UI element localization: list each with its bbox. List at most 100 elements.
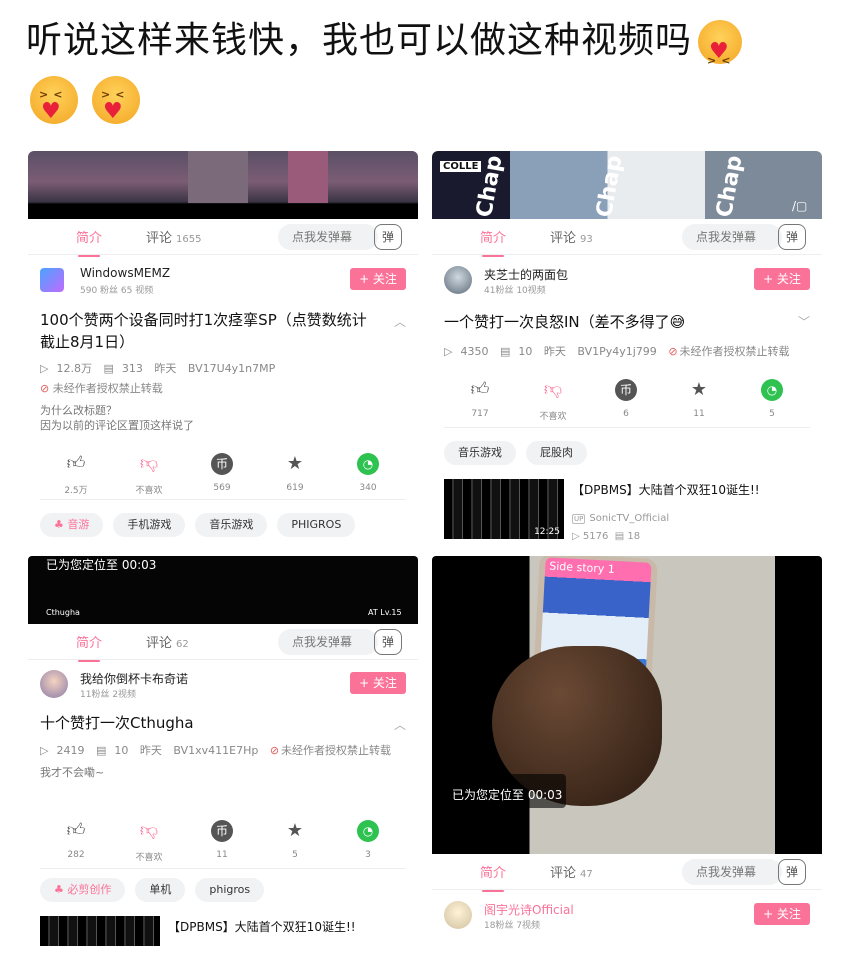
song-name: Cthugha: [46, 608, 80, 617]
comment-count: 62: [176, 639, 189, 650]
like-button[interactable]: 👍︎ 717: [450, 379, 510, 419]
dislike-button[interactable]: 👎︎ 不喜欢: [119, 820, 179, 863]
fullscreen-icon[interactable]: /▢: [792, 199, 807, 213]
favorite-count: 11: [693, 409, 705, 419]
favorite-button[interactable]: ★ 11: [669, 379, 729, 419]
tab-intro[interactable]: 简介: [76, 632, 102, 662]
tag-item[interactable]: 屁股肉: [526, 441, 587, 465]
divider: [444, 427, 810, 428]
tab-intro[interactable]: 简介: [76, 227, 102, 257]
comment-count: 47: [580, 869, 593, 880]
avatar[interactable]: [444, 266, 472, 294]
danmu-input[interactable]: 点我发弹幕: [278, 224, 378, 250]
tab-comments[interactable]: 评论 1655: [146, 227, 201, 246]
recommended-uploader: UP SonicTV_Official: [572, 513, 669, 524]
tab-intro[interactable]: 简介: [480, 862, 506, 892]
video-overlay-text: Chap: [712, 153, 748, 219]
video-title: 一个赞打一次良怒IN（差不多得了😅: [444, 313, 686, 331]
tag-item[interactable]: 手机游戏: [113, 513, 186, 537]
divider: [40, 868, 406, 869]
tab-comments[interactable]: 评论 62: [146, 632, 189, 651]
follow-button[interactable]: + 关注: [350, 268, 406, 290]
like-count: 2.5万: [64, 486, 88, 496]
tag-item[interactable]: 音乐游戏: [195, 513, 268, 537]
video-player[interactable]: Side story 1 已为您定位至 00:03: [432, 556, 822, 854]
chevron-up-icon[interactable]: ︿: [394, 313, 406, 330]
danmu-input[interactable]: 点我发弹幕: [682, 859, 782, 885]
uploader-stats: 11粉丝 2视频: [80, 690, 137, 700]
follow-button[interactable]: + 关注: [350, 672, 406, 694]
coin-icon: 币: [615, 379, 637, 401]
tag-item[interactable]: phigros: [195, 878, 265, 902]
emoji-row: >< ♥ >< ♥: [30, 76, 140, 124]
publish-date: 昨天: [543, 345, 566, 358]
dislike-button[interactable]: 👎︎ 不喜欢: [119, 453, 179, 496]
avatar[interactable]: [40, 670, 68, 698]
video-player[interactable]: COLLE Chap Chap Chap /▢: [432, 151, 822, 219]
video-player[interactable]: 已为您定位至 00:03 Cthugha AT Lv.15: [28, 556, 418, 624]
coin-icon: 币: [211, 820, 233, 842]
favorite-button[interactable]: ★ 619: [265, 453, 325, 493]
tag-item[interactable]: 音乐游戏: [444, 441, 516, 465]
favorite-button[interactable]: ★ 5: [265, 820, 325, 860]
video-description: 我才不会嘞~: [40, 766, 105, 779]
coin-count: 569: [213, 483, 231, 493]
danmu-toggle-button[interactable]: 弹: [778, 224, 806, 250]
difficulty-label: AT Lv.15: [368, 608, 402, 617]
dislike-label: 不喜欢: [539, 412, 567, 422]
chevron-up-icon[interactable]: ︿: [394, 716, 406, 733]
danmaku-count: 10: [518, 345, 533, 358]
danmu-toggle-button[interactable]: 弹: [374, 224, 402, 250]
like-count: 717: [471, 409, 489, 419]
share-button[interactable]: ◔ 5: [742, 379, 802, 419]
screenshot-panel-2: COLLE Chap Chap Chap /▢ 简介 评论 93 点我发弹幕 弹 …: [432, 151, 822, 545]
uploader-name[interactable]: 夹芝士的两面包: [484, 266, 568, 283]
danmu-toggle-button[interactable]: 弹: [778, 859, 806, 885]
follow-button[interactable]: + 关注: [754, 268, 810, 290]
uploader-row: WindowsMEMZ 590 粉丝 65 视频 + 关注: [40, 266, 406, 296]
recommended-video[interactable]: 12:25 【DPBMS】大陆首个双狂10诞生!! UP SonicTV_Offi…: [444, 479, 810, 542]
chevron-down-icon[interactable]: ﹀: [798, 313, 810, 330]
ban-icon: ⊘: [40, 382, 53, 395]
action-bar: 👍︎ 282 👎︎ 不喜欢 币 11 ★ 5 ◔ 3: [28, 820, 418, 864]
uploader-name[interactable]: 我给你倒杯卡布奇诺: [80, 670, 188, 687]
follow-button[interactable]: + 关注: [754, 903, 810, 925]
coin-button[interactable]: 币6: [596, 379, 656, 419]
screenshot-panel-4: Side story 1 已为您定位至 00:03 简介 评论 47 点我发弹幕 …: [432, 556, 822, 946]
tag-item[interactable]: PHIGROS: [277, 513, 356, 537]
like-button[interactable]: 👍︎ 282: [46, 820, 106, 860]
star-icon: ★: [286, 453, 304, 474]
tag-item[interactable]: 单机: [135, 878, 186, 902]
hugging-heart-emoji-icon: >< ♥: [698, 20, 743, 67]
share-button[interactable]: ◔ 340: [338, 453, 398, 493]
recommended-view-count: 5176: [582, 531, 609, 542]
tab-comments[interactable]: 评论 47: [550, 862, 593, 881]
danmu-input[interactable]: 点我发弹幕: [278, 629, 378, 655]
video-player[interactable]: [28, 151, 418, 219]
up-icon: UP: [572, 514, 586, 524]
repost-ban-text: 未经作者授权禁止转载: [679, 345, 790, 358]
coin-button[interactable]: 币 569: [192, 453, 252, 493]
bv-id: BV1Py4y1j799: [577, 345, 657, 358]
video-meta: ▷ 4350 ▤ 10 昨天 BV1Py4y1j799 ⊘ 未经作者授权禁止转载: [444, 343, 814, 359]
recommended-title: 【DPBMS】大陆首个双狂10诞生!!: [572, 483, 760, 497]
uploader-name[interactable]: WindowsMEMZ: [80, 266, 170, 280]
share-button[interactable]: ◔ 3: [338, 820, 398, 860]
tag-item[interactable]: ♣ 必剪创作: [40, 878, 126, 902]
tab-comments[interactable]: 评论 93: [550, 227, 593, 246]
avatar[interactable]: [40, 268, 64, 292]
star-icon: ★: [690, 379, 708, 400]
danmu-input[interactable]: 点我发弹幕: [682, 224, 782, 250]
coin-button[interactable]: 币 11: [192, 820, 252, 860]
video-description: 为什么改标题？ 因为以前的评论区置顶这样说了: [40, 403, 194, 433]
like-button[interactable]: 👍︎ 2.5万: [46, 453, 106, 496]
tag-item[interactable]: ♣ 音游: [40, 513, 104, 537]
action-bar: 👍︎ 717 👎︎ 不喜欢 币6 ★ 11 ◔ 5: [432, 379, 822, 423]
recommended-thumbnail: 12:25: [444, 479, 564, 539]
tab-intro[interactable]: 简介: [480, 227, 506, 257]
dislike-button[interactable]: 👎︎ 不喜欢: [523, 379, 583, 422]
uploader-name[interactable]: 阁宇光诗Official: [484, 901, 574, 918]
danmu-toggle-button[interactable]: 弹: [374, 629, 402, 655]
recommended-video[interactable]: 【DPBMS】大陆首个双狂10诞生!!: [40, 916, 406, 946]
avatar[interactable]: [444, 901, 472, 929]
